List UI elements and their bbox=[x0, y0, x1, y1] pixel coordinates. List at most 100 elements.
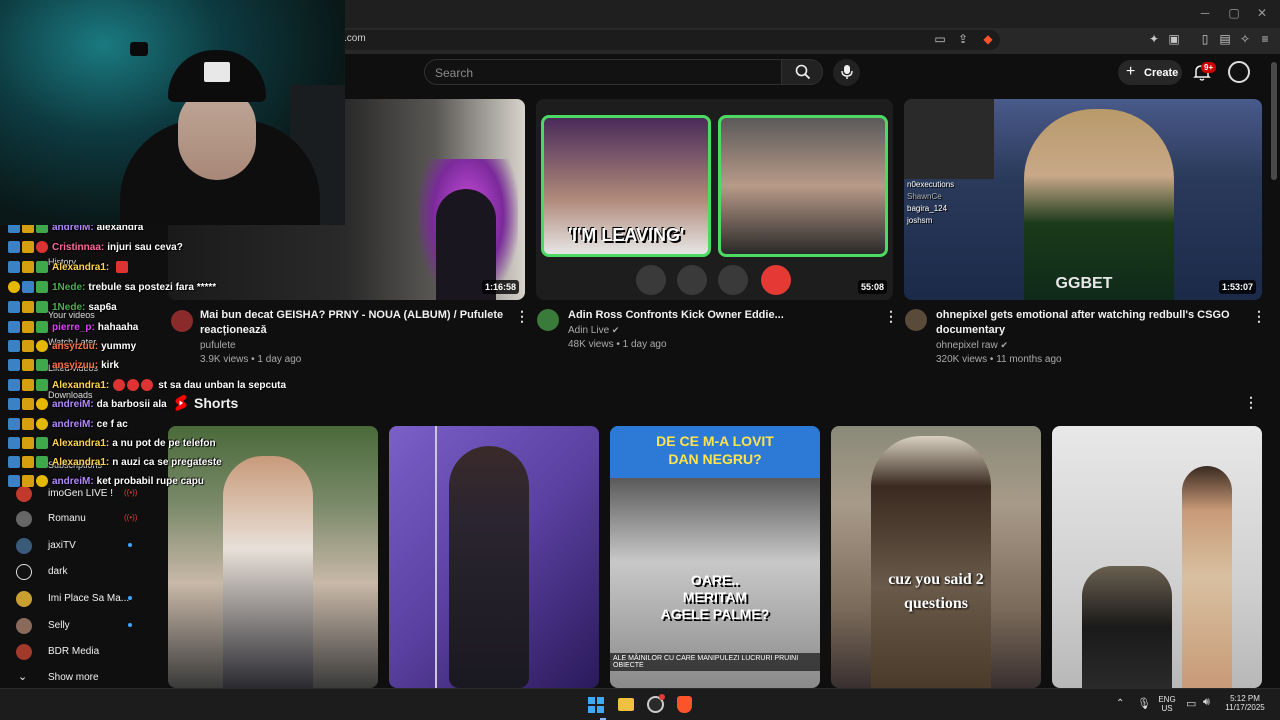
screenshot-icon[interactable]: ▣ bbox=[1166, 32, 1182, 46]
short-subtitle: ALE MÂINILOR CU CARE MANIPULEZI LUCRURI … bbox=[610, 653, 820, 671]
video-duration: 1:16:58 bbox=[481, 280, 519, 294]
app-badge bbox=[659, 694, 665, 700]
chat-emote bbox=[113, 379, 126, 391]
more-options-icon[interactable]: ⋮ bbox=[884, 308, 898, 325]
channel-avatar[interactable] bbox=[905, 309, 927, 331]
clock[interactable]: 5:12 PM 11/17/2025 bbox=[1222, 694, 1268, 712]
voice-search-button[interactable] bbox=[833, 59, 860, 86]
sidebar-channel[interactable]: Imi Place Sa Ma... bbox=[0, 588, 165, 612]
video-thumbnail[interactable]: 'I'M LEAVING' 55:08 bbox=[536, 99, 893, 300]
screen-share-icon bbox=[677, 265, 707, 295]
menu-icon[interactable]: ≡ bbox=[1257, 32, 1273, 46]
chat-emote bbox=[141, 379, 154, 391]
sidebar-channel[interactable]: Selly bbox=[0, 615, 165, 639]
short-person bbox=[871, 436, 991, 688]
windows-taskbar: ⌃ 🎙︎ ENG US ▭ 🔊︎ 5:12 PM 11/17/2025 bbox=[0, 688, 1280, 720]
chat-message: Cristinnaa: injuri sau ceva? bbox=[8, 241, 183, 258]
channel-name[interactable]: pufulete bbox=[200, 340, 236, 351]
channel-avatar bbox=[16, 511, 32, 527]
new-content-dot bbox=[128, 596, 132, 600]
short-title-text: DE CE M-A LOVIT DAN NEGRU? bbox=[656, 433, 774, 467]
sidebar-channel[interactable]: Romanu ((•)) bbox=[0, 508, 165, 532]
video-meta: 320K views • 11 months ago bbox=[936, 354, 1062, 365]
sidebar-channel[interactable]: jaxiTV bbox=[0, 535, 165, 559]
video-duration: 55:08 bbox=[857, 280, 887, 294]
short-person bbox=[449, 446, 529, 688]
search-placeholder: Search bbox=[435, 66, 474, 80]
app-icon[interactable] bbox=[647, 694, 665, 713]
minimize-icon[interactable]: ─ bbox=[1195, 6, 1215, 20]
new-content-dot bbox=[128, 543, 132, 547]
short-thumbnail[interactable]: cuz you said 2 questions bbox=[831, 426, 1041, 688]
short-caption: OARE.. MERITAM AGELE PALME? bbox=[660, 572, 770, 622]
wallet-icon[interactable]: ▤ bbox=[1217, 32, 1233, 46]
shorts-options-icon[interactable]: ⋮ bbox=[1244, 394, 1258, 411]
close-icon[interactable]: ✕ bbox=[1252, 6, 1272, 20]
sidebar-toggle-icon[interactable]: ▯ bbox=[1197, 32, 1213, 46]
thumbnail-webcam bbox=[904, 99, 994, 179]
create-button[interactable]: + Create bbox=[1118, 60, 1182, 85]
short-thumbnail[interactable]: DE CE M-A LOVIT DAN NEGRU? OARE.. MERITA… bbox=[610, 426, 820, 688]
chat-emote bbox=[127, 379, 140, 391]
plus-icon: + bbox=[1126, 63, 1136, 80]
camera-off-icon bbox=[636, 265, 666, 295]
file-explorer-icon[interactable] bbox=[618, 698, 634, 711]
channel-avatar[interactable] bbox=[171, 310, 193, 332]
shorts-section-title: Shorts bbox=[194, 395, 239, 411]
maximize-icon[interactable]: ▢ bbox=[1224, 6, 1244, 20]
chat-message: andreiM: ce f ac bbox=[8, 418, 128, 435]
mic-call-icon bbox=[718, 265, 748, 295]
microphone-icon bbox=[841, 65, 853, 79]
video-thumbnail[interactable]: n0executions ShawnCe bagira_124 joshsm G… bbox=[904, 99, 1262, 300]
verified-icon: ✔ bbox=[1000, 340, 1009, 350]
chat-message: Alexandra1: n auzi ca se pregateste bbox=[8, 456, 222, 473]
thumbnail-caption: 'I'M LEAVING' bbox=[567, 225, 685, 245]
page-scrollbar[interactable] bbox=[1271, 62, 1277, 180]
volume-icon[interactable]: 🔊︎ bbox=[1203, 696, 1210, 709]
share-icon[interactable]: ⇪ bbox=[955, 32, 971, 46]
tray-mic-icon[interactable]: 🎙︎ bbox=[1137, 697, 1151, 710]
network-icon[interactable]: ▭ bbox=[1186, 697, 1196, 710]
channel-avatar[interactable] bbox=[537, 309, 559, 331]
sidebar-channel[interactable]: dark bbox=[0, 561, 165, 585]
hang-up-icon bbox=[761, 265, 791, 295]
sidebar-channel[interactable]: BDR Media bbox=[0, 641, 165, 665]
channel-name[interactable]: Adin Live ✔ bbox=[568, 325, 619, 336]
account-avatar[interactable] bbox=[1228, 61, 1250, 83]
short-thumbnail[interactable] bbox=[389, 426, 599, 688]
channel-avatar bbox=[16, 644, 32, 660]
jersey-text: GGBET bbox=[1055, 275, 1113, 292]
more-options-icon[interactable]: ⋮ bbox=[1252, 308, 1266, 325]
create-label: Create bbox=[1144, 67, 1179, 79]
chat-message: Alexandra1: st sa dau unban la sepcuta bbox=[8, 379, 286, 396]
notification-badge: 9+ bbox=[1201, 62, 1217, 73]
cast-icon[interactable]: ▭ bbox=[932, 32, 948, 46]
shorts-icon bbox=[175, 395, 187, 411]
tray-chevron-icon[interactable]: ⌃ bbox=[1116, 698, 1124, 709]
short-thumbnail[interactable] bbox=[1052, 426, 1262, 688]
search-input[interactable]: Search bbox=[424, 59, 782, 85]
short-pole bbox=[435, 426, 437, 688]
channel-avatar bbox=[16, 591, 32, 607]
more-options-icon[interactable]: ⋮ bbox=[515, 308, 529, 325]
language-indicator[interactable]: ENG US bbox=[1155, 695, 1179, 713]
short-person bbox=[1182, 466, 1232, 688]
chat-message: andreiM: da barbosii ala bbox=[8, 398, 167, 415]
chat-message: pierre_p: hahaaha bbox=[8, 321, 138, 338]
address-bar[interactable]: .com bbox=[340, 30, 1000, 50]
short-person bbox=[223, 456, 313, 688]
webcam-overlay bbox=[0, 0, 345, 225]
brave-shield-icon[interactable]: ◆ bbox=[980, 32, 996, 46]
leo-ai-icon[interactable]: ✧ bbox=[1237, 32, 1253, 46]
video-title[interactable]: Mai bun decat GEISHA? PRNY - NOUA (ALBUM… bbox=[200, 308, 520, 338]
extensions-icon[interactable]: ✦ bbox=[1146, 32, 1162, 46]
search-button[interactable] bbox=[781, 59, 823, 85]
video-title[interactable]: Adin Ross Confronts Kick Owner Eddie... bbox=[568, 308, 888, 323]
video-title[interactable]: ohnepixel gets emotional after watching … bbox=[936, 308, 1256, 338]
windows-start-icon[interactable] bbox=[588, 697, 604, 713]
short-caption: cuz you said 2 questions bbox=[888, 571, 984, 612]
new-content-dot bbox=[128, 623, 132, 627]
brave-browser-icon[interactable] bbox=[677, 696, 692, 713]
channel-name[interactable]: ohnepixel raw ✔ bbox=[936, 340, 1008, 351]
chevron-down-icon: ⌄ bbox=[18, 671, 28, 683]
